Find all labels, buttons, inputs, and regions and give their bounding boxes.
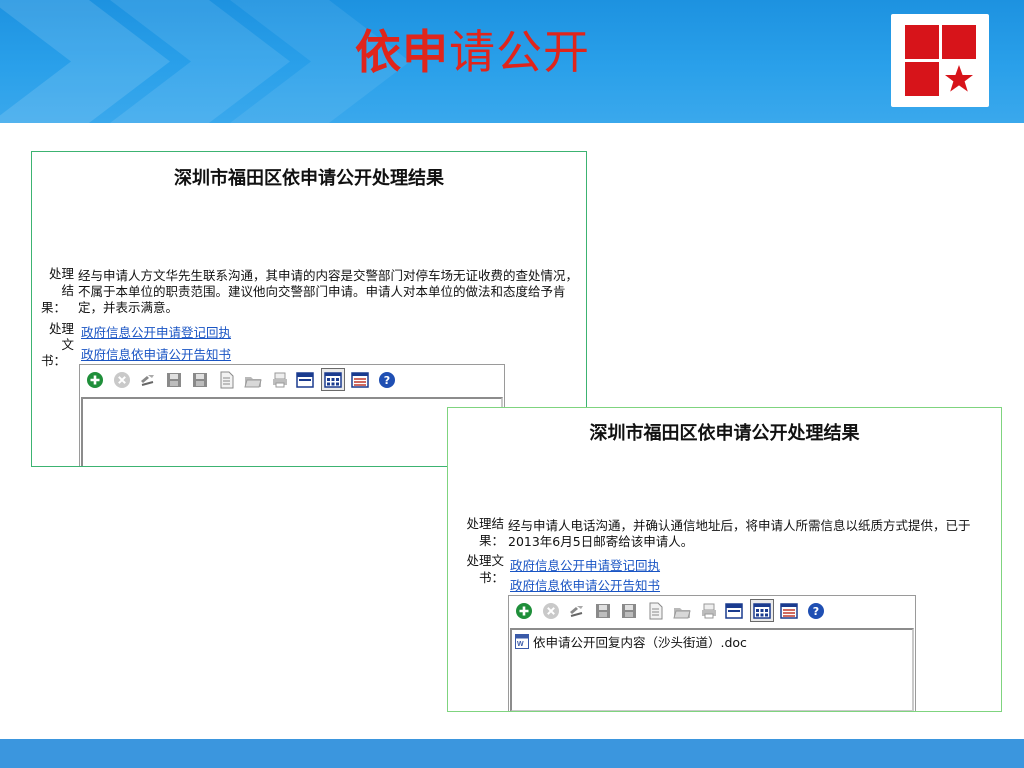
page-title-strong: 依申 [355,25,449,79]
page-title: 依申请公开 [355,22,590,82]
disclosure-notice-link[interactable]: 政府信息依申请公开告知书 [510,575,660,594]
result-text: 经与申请人电话沟通，并确认通信地址后，将申请人所需信息以纸质方式提供，已于201… [508,518,971,549]
save-icon[interactable] [594,602,612,620]
attachment-viewer: ? W 依申请公开回复内容（沙头街道）.doc [508,595,916,711]
list-view-icon[interactable] [780,602,798,620]
logo-square [905,25,939,59]
panel-title: 深圳市福田区依申请公开处理结果 [589,423,860,444]
result-label: 果： [41,300,67,315]
add-icon[interactable] [515,602,533,620]
document-label: 处理 [48,321,74,336]
result-panel-2: 深圳市福田区依申请公开处理结果 处理结 果： 经与申请人电话沟通，并确认通信地址… [447,407,1002,712]
logo-square [905,62,939,96]
help-icon[interactable]: ? [807,602,825,620]
document-label: 书： [41,353,67,368]
window-icon[interactable] [725,602,743,620]
thumbnail-view-icon[interactable] [321,368,345,391]
logo-square [942,25,976,59]
attachment-file-name: 依申请公开回复内容（沙头街道）.doc [533,634,747,650]
print-icon[interactable] [271,371,289,389]
window-icon[interactable] [296,371,314,389]
attachment-viewer: ? [79,364,505,466]
save-as-icon[interactable] [191,371,209,389]
result-label: 结 [61,283,74,298]
result-label: 处理 [48,266,74,281]
star-icon [945,65,973,92]
document-icon[interactable] [218,371,236,389]
attachment-file[interactable]: W 依申请公开回复内容（沙头街道）.doc [515,633,747,650]
registration-receipt-link[interactable]: 政府信息公开申请登记回执 [510,555,660,574]
document-label: 处理文 [466,553,504,568]
disclosure-notice-link[interactable]: 政府信息依申请公开告知书 [81,344,231,363]
logo [891,14,989,107]
attachment-toolbar: ? [80,365,504,395]
open-folder-icon[interactable] [244,371,262,389]
open-folder-icon[interactable] [673,602,691,620]
tools-icon[interactable] [568,602,586,620]
document-label: 书： [478,570,504,585]
tools-icon[interactable] [139,371,157,389]
word-document-icon: W [515,633,529,649]
save-icon[interactable] [165,371,183,389]
svg-text:?: ? [384,374,390,387]
attachment-list: W 依申请公开回复内容（沙头街道）.doc [510,628,914,711]
document-label: 文 [61,337,74,352]
attachment-list [81,397,503,466]
result-label: 果： [478,533,504,548]
document-icon[interactable] [647,602,665,620]
print-icon[interactable] [700,602,718,620]
result-text: 经与申请人方文华先生联系沟通，其申请的内容是交警部门对停车场无证收费的查处情况，… [78,268,579,315]
svg-text:?: ? [813,605,819,618]
footer-bar [0,739,1024,768]
add-icon[interactable] [86,371,104,389]
thumbnail-view-icon[interactable] [750,599,774,622]
svg-text:W: W [517,641,524,648]
attachment-toolbar: ? [509,596,915,626]
result-label: 处理结 [466,516,504,531]
delete-icon[interactable] [542,602,560,620]
delete-icon[interactable] [113,371,131,389]
save-as-icon[interactable] [620,602,638,620]
page-title-rest: 请公开 [449,25,590,79]
list-view-icon[interactable] [351,371,369,389]
help-icon[interactable]: ? [378,371,396,389]
panel-title: 深圳市福田区依申请公开处理结果 [174,168,444,189]
header-banner: 依申请公开 [0,0,1024,123]
registration-receipt-link[interactable]: 政府信息公开申请登记回执 [81,322,231,341]
